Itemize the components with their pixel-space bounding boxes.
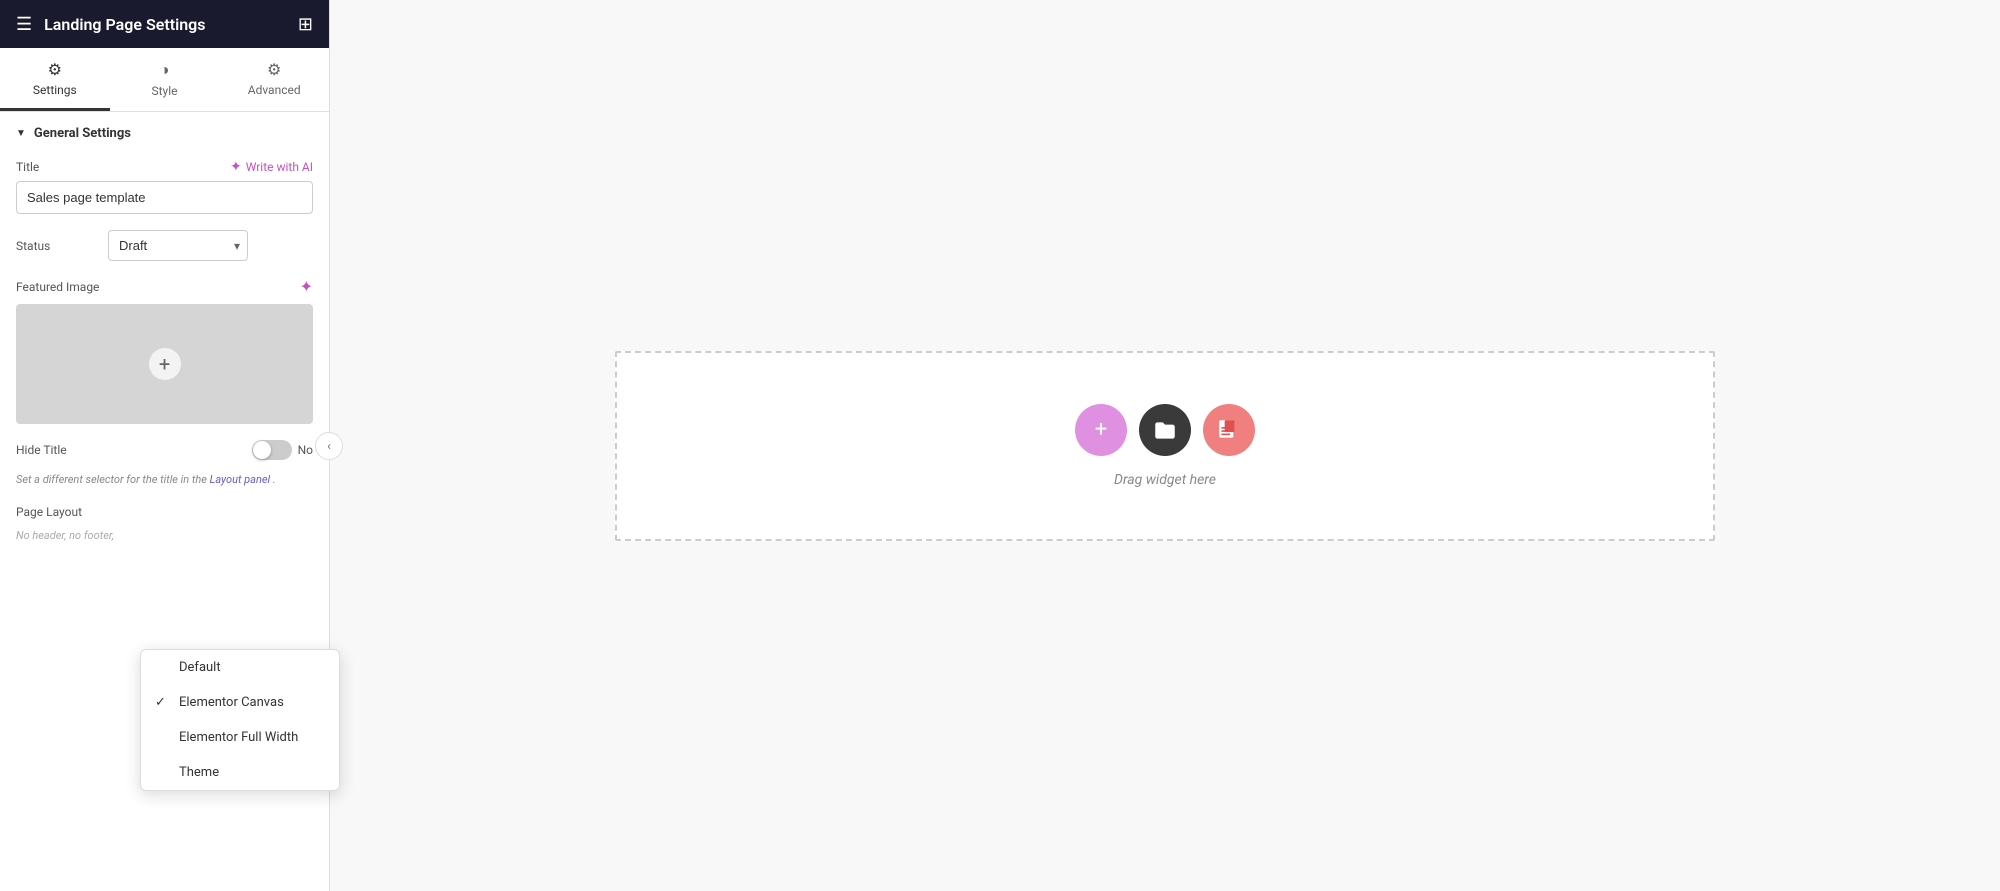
- tab-advanced[interactable]: ⚙ Advanced: [219, 48, 329, 111]
- title-field-row: Title ✦ Write with AI: [16, 159, 313, 175]
- dropdown-item-default[interactable]: Default: [141, 650, 339, 685]
- image-upload-plus-icon: +: [149, 348, 181, 380]
- tab-settings-label: Settings: [33, 83, 77, 97]
- sidebar: ☰ Landing Page Settings ⊞ ⚙ Settings ◑ S…: [0, 0, 330, 891]
- toggle-knob: [253, 441, 271, 459]
- write-with-ai-label: Write with AI: [246, 160, 313, 174]
- drop-zone: + Drag widget here: [615, 351, 1715, 541]
- status-field-group: Status Draft Published Private ▾: [0, 222, 329, 269]
- hide-title-label: Hide Title: [16, 443, 67, 457]
- tab-settings[interactable]: ⚙ Settings: [0, 48, 110, 111]
- hint-text: Set a different selector for the title i…: [0, 468, 329, 497]
- dropdown-item-elementor-full-width[interactable]: Elementor Full Width: [141, 720, 339, 755]
- footer-hint: No header, no footer,: [0, 527, 329, 550]
- sidebar-header: ☰ Landing Page Settings ⊞: [0, 0, 329, 48]
- settings-tab-icon: ⚙: [48, 60, 62, 79]
- sidebar-title: Landing Page Settings: [44, 15, 205, 34]
- dropdown-item-theme[interactable]: Theme: [141, 755, 339, 790]
- title-input[interactable]: [16, 181, 313, 214]
- hint-suffix: .: [273, 473, 276, 486]
- grid-icon[interactable]: ⊞: [298, 14, 313, 35]
- hamburger-icon[interactable]: ☰: [16, 14, 32, 35]
- section-title: General Settings: [34, 126, 131, 141]
- sidebar-header-left: ☰ Landing Page Settings: [16, 14, 206, 35]
- folder-icon[interactable]: [1139, 404, 1191, 456]
- tabs-bar: ⚙ Settings ◑ Style ⚙ Advanced: [0, 48, 329, 112]
- tab-style-label: Style: [152, 84, 178, 98]
- page-layout-dropdown: Default ✓ Elementor Canvas Elementor Ful…: [140, 649, 340, 791]
- general-settings-section: ▼ General Settings: [0, 112, 329, 151]
- drop-zone-icons: +: [1075, 404, 1255, 456]
- dropdown-item-default-label: Default: [179, 660, 221, 675]
- hide-title-toggle[interactable]: [252, 440, 292, 460]
- image-upload-box[interactable]: +: [16, 304, 313, 424]
- tab-style[interactable]: ◑ Style: [110, 48, 220, 111]
- status-label: Status: [16, 239, 96, 253]
- dropdown-item-elementor-full-width-label: Elementor Full Width: [179, 730, 298, 745]
- drag-widget-label: Drag widget here: [1114, 472, 1216, 488]
- tab-advanced-label: Advanced: [248, 83, 301, 97]
- featured-image-ai-icon[interactable]: ✦: [300, 277, 313, 296]
- news-icon[interactable]: [1203, 404, 1255, 456]
- sparkle-icon: ✦: [230, 159, 242, 175]
- status-select[interactable]: Draft Published Private: [108, 230, 248, 261]
- hide-title-value: No: [298, 443, 313, 457]
- check-elementor-canvas: ✓: [155, 695, 171, 710]
- main-canvas: + Drag widget here: [330, 0, 2000, 891]
- footer-hint-text: No header, no footer,: [16, 529, 114, 542]
- page-layout-row: Page Layout: [0, 497, 329, 527]
- featured-image-group: Featured Image ✦ +: [0, 269, 329, 432]
- dropdown-item-theme-label: Theme: [179, 765, 219, 780]
- page-layout-label: Page Layout: [16, 505, 96, 519]
- dropdown-item-elementor-canvas-label: Elementor Canvas: [179, 695, 284, 710]
- section-collapse-arrow[interactable]: ▼: [16, 128, 26, 139]
- featured-image-label: Featured Image: [16, 280, 99, 294]
- write-with-ai-button[interactable]: ✦ Write with AI: [230, 159, 313, 175]
- add-widget-button[interactable]: +: [1075, 404, 1127, 456]
- hide-title-row: Hide Title No: [0, 432, 329, 468]
- sidebar-collapse-button[interactable]: ‹: [315, 432, 343, 460]
- featured-image-header: Featured Image ✦: [16, 277, 313, 296]
- hide-title-toggle-wrapper: No: [252, 440, 313, 460]
- style-tab-icon: ◑: [160, 60, 170, 80]
- status-select-wrapper: Draft Published Private ▾: [108, 230, 248, 261]
- dropdown-item-elementor-canvas[interactable]: ✓ Elementor Canvas: [141, 685, 339, 720]
- layout-panel-link[interactable]: Layout panel: [210, 473, 271, 486]
- advanced-tab-icon: ⚙: [267, 60, 281, 79]
- title-label: Title: [16, 160, 39, 174]
- hint-text-content: Set a different selector for the title i…: [16, 473, 207, 486]
- title-field-group: Title ✦ Write with AI: [0, 151, 329, 222]
